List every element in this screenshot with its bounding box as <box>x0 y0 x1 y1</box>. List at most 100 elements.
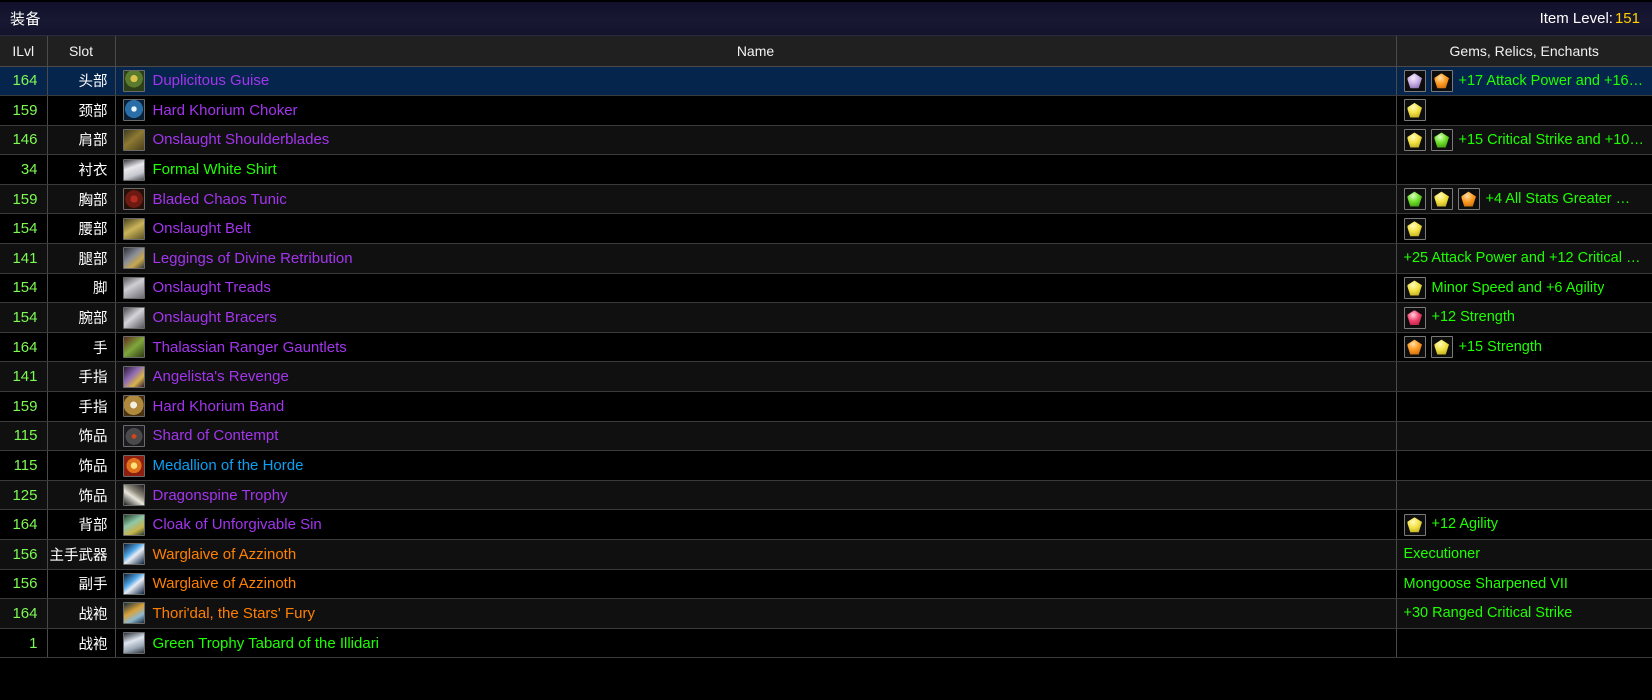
trinket-icon[interactable] <box>122 424 145 447</box>
cell-item-name[interactable]: Angelista's Revenge <box>115 361 1397 393</box>
shirt-icon[interactable] <box>122 158 145 181</box>
cell-gems-enchants[interactable] <box>1396 480 1652 511</box>
column-header-name[interactable]: Name <box>115 36 1397 67</box>
item-link[interactable]: Thalassian Ranger Gauntlets <box>153 340 347 355</box>
yellow-gem-icon[interactable] <box>1430 188 1453 211</box>
cell-item-name[interactable]: Dragonspine Trophy <box>115 480 1397 511</box>
cell-gems-enchants[interactable]: Mongoose Sharpened VII <box>1396 569 1652 600</box>
orange-gem-icon[interactable] <box>1457 188 1480 211</box>
cell-item-name[interactable]: Onslaught Shoulderblades <box>115 125 1397 156</box>
cell-item-name[interactable]: Medallion of the Horde <box>115 450 1397 481</box>
item-link[interactable]: Onslaught Treads <box>153 280 271 295</box>
item-link[interactable]: Green Trophy Tabard of the Illidari <box>153 636 380 651</box>
table-row[interactable]: 164 头部 Duplicitous Guise +17 Attack Power a… <box>0 66 1652 97</box>
item-link[interactable]: Duplicitous Guise <box>153 73 270 88</box>
table-row[interactable]: 141 手指 Angelista's Revenge <box>0 361 1652 393</box>
boots-icon[interactable] <box>122 276 145 299</box>
item-link[interactable]: Bladed Chaos Tunic <box>153 192 287 207</box>
orange-gem-icon[interactable] <box>1430 69 1453 92</box>
cell-gems-enchants[interactable]: +15 Strength <box>1396 332 1652 363</box>
necklace-icon[interactable] <box>122 99 145 122</box>
item-link[interactable]: Shard of Contempt <box>153 428 279 443</box>
item-link[interactable]: Warglaive of Azzinoth <box>153 576 297 591</box>
cell-item-name[interactable]: Duplicitous Guise <box>115 66 1397 97</box>
table-row[interactable]: 159 颈部 Hard Khorium Choker <box>0 95 1652 126</box>
tabard-icon[interactable] <box>122 632 145 655</box>
table-row[interactable]: 159 胸部 Bladed Chaos Tunic +4 All Stats Grea… <box>0 184 1652 215</box>
yellow-gem-icon[interactable] <box>1430 336 1453 359</box>
orange-gem-icon[interactable] <box>1403 336 1426 359</box>
cell-item-name[interactable]: Onslaught Treads <box>115 273 1397 304</box>
table-row[interactable]: 164 手 Thalassian Ranger Gauntlets +15 Stren… <box>0 332 1652 363</box>
item-link[interactable]: Thori'dal, the Stars' Fury <box>153 606 315 621</box>
cell-item-name[interactable]: Bladed Chaos Tunic <box>115 184 1397 215</box>
cell-gems-enchants[interactable] <box>1396 628 1652 659</box>
red-gem-icon[interactable] <box>1403 306 1426 329</box>
table-row[interactable]: 154 腕部 Onslaught Bracers +12 Strength <box>0 302 1652 333</box>
table-row[interactable]: 164 战袍 Thori'dal, the Stars' Fury +30 Range… <box>0 598 1652 629</box>
cell-item-name[interactable]: Shard of Contempt <box>115 421 1397 452</box>
cell-item-name[interactable]: Green Trophy Tabard of the Illidari <box>115 628 1397 659</box>
item-link[interactable]: Cloak of Unforgivable Sin <box>153 517 322 532</box>
table-row[interactable]: 141 腿部 Leggings of Divine Retribution +25 A… <box>0 243 1652 274</box>
cell-gems-enchants[interactable] <box>1396 154 1652 185</box>
cell-item-name[interactable]: Cloak of Unforgivable Sin <box>115 509 1397 540</box>
column-header-gems[interactable]: Gems, Relics, Enchants <box>1396 36 1652 67</box>
trinket-icon[interactable] <box>122 454 145 477</box>
item-link[interactable]: Formal White Shirt <box>153 162 277 177</box>
bow-icon[interactable] <box>122 602 145 625</box>
cell-item-name[interactable]: Warglaive of Azzinoth <box>115 539 1397 570</box>
table-row[interactable]: 154 腰部 Onslaught Belt <box>0 213 1652 245</box>
cell-gems-enchants[interactable]: +17 Attack Power and +16… <box>1396 66 1652 97</box>
meta-gem-icon[interactable] <box>1403 69 1426 92</box>
yellow-gem-icon[interactable] <box>1403 513 1426 536</box>
warglaive-icon[interactable] <box>122 543 145 566</box>
bracers-icon[interactable] <box>122 306 145 329</box>
item-link[interactable]: Hard Khorium Choker <box>153 103 298 118</box>
warglaive-icon[interactable] <box>122 572 145 595</box>
item-link[interactable]: Onslaught Bracers <box>153 310 277 325</box>
table-row[interactable]: 125 饰品 Dragonspine Trophy <box>0 480 1652 511</box>
green-gem-icon[interactable] <box>1430 128 1453 151</box>
cell-item-name[interactable]: Onslaught Bracers <box>115 302 1397 333</box>
item-link[interactable]: Medallion of the Horde <box>153 458 304 473</box>
table-row[interactable]: 115 饰品 Shard of Contempt <box>0 421 1652 452</box>
cell-gems-enchants[interactable]: +30 Ranged Critical Strike <box>1396 598 1652 629</box>
table-row[interactable]: 34 衬衣 Formal White Shirt <box>0 154 1652 185</box>
cell-gems-enchants[interactable] <box>1396 421 1652 452</box>
legs-icon[interactable] <box>122 247 145 270</box>
item-link[interactable]: Dragonspine Trophy <box>153 488 288 503</box>
cell-gems-enchants[interactable] <box>1396 361 1652 393</box>
green-gem-icon[interactable] <box>1403 188 1426 211</box>
table-row[interactable]: 1 战袍 Green Trophy Tabard of the Illidari <box>0 628 1652 659</box>
yellow-gem-icon[interactable] <box>1403 128 1426 151</box>
cell-item-name[interactable]: Hard Khorium Choker <box>115 95 1397 126</box>
cell-gems-enchants[interactable]: Minor Speed and +6 Agility <box>1396 273 1652 304</box>
table-row[interactable]: 159 手指 Hard Khorium Band <box>0 391 1652 422</box>
trinket-icon[interactable] <box>122 484 145 507</box>
table-row[interactable]: 164 背部 Cloak of Unforgivable Sin +12 Agilit… <box>0 509 1652 540</box>
cell-item-name[interactable]: Thori'dal, the Stars' Fury <box>115 598 1397 629</box>
cell-item-name[interactable]: Warglaive of Azzinoth <box>115 569 1397 600</box>
cell-gems-enchants[interactable]: +4 All Stats Greater … <box>1396 184 1652 215</box>
column-header-slot[interactable]: Slot <box>47 36 116 67</box>
chest-icon[interactable] <box>122 188 145 211</box>
cell-gems-enchants[interactable]: +12 Agility <box>1396 509 1652 540</box>
yellow-gem-icon[interactable] <box>1403 217 1426 240</box>
yellow-gem-icon[interactable] <box>1403 99 1426 122</box>
cell-gems-enchants[interactable]: +25 Attack Power and +12 Critical Strike <box>1396 243 1652 274</box>
yellow-gem-icon[interactable] <box>1403 276 1426 299</box>
cell-item-name[interactable]: Thalassian Ranger Gauntlets <box>115 332 1397 363</box>
cell-gems-enchants[interactable] <box>1396 391 1652 422</box>
item-link[interactable]: Onslaught Belt <box>153 221 251 236</box>
cell-gems-enchants[interactable]: Executioner <box>1396 539 1652 570</box>
belt-icon[interactable] <box>122 217 145 240</box>
item-link[interactable]: Leggings of Divine Retribution <box>153 251 353 266</box>
cell-gems-enchants[interactable] <box>1396 213 1652 245</box>
ring-icon[interactable] <box>122 395 145 418</box>
item-link[interactable]: Hard Khorium Band <box>153 399 285 414</box>
table-row[interactable]: 115 饰品 Medallion of the Horde <box>0 450 1652 481</box>
ring-icon[interactable] <box>122 365 145 388</box>
cell-item-name[interactable]: Hard Khorium Band <box>115 391 1397 422</box>
table-row[interactable]: 154 脚 Onslaught Treads Minor Speed and +6 A… <box>0 273 1652 304</box>
